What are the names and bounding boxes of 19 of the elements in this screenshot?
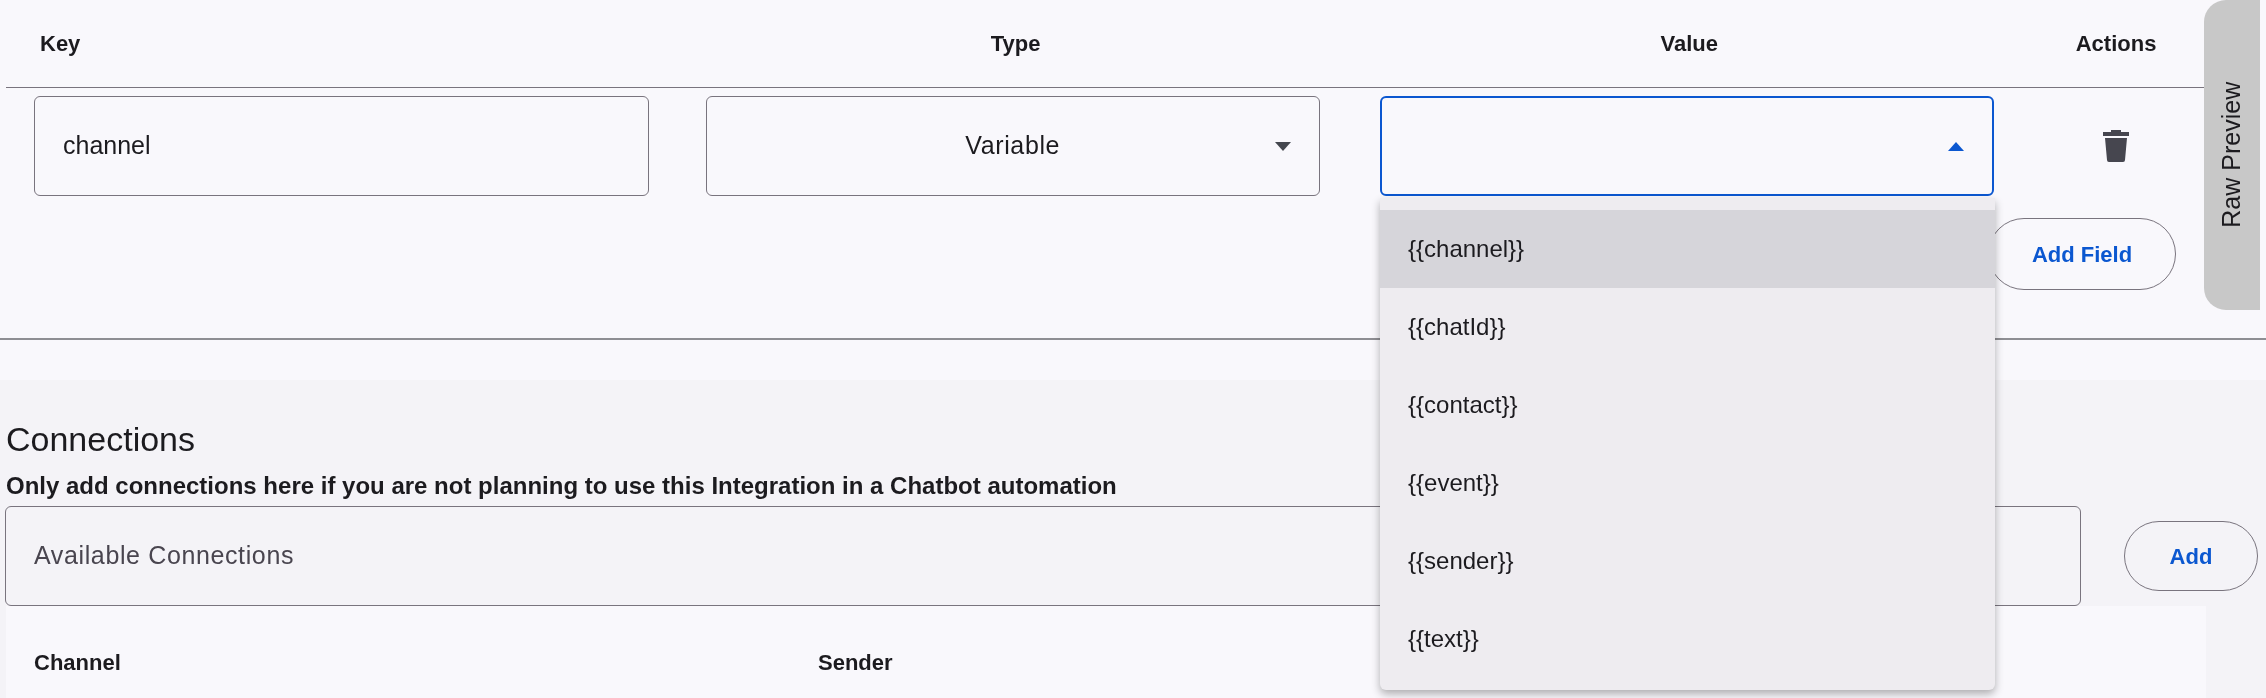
column-header: Actions bbox=[2075, 31, 2157, 56]
column-header: Value bbox=[1660, 31, 1718, 56]
raw-preview-tab[interactable]: Raw Preview bbox=[2204, 0, 2260, 310]
caret-down-icon bbox=[1274, 141, 1291, 151]
column-header: Type bbox=[990, 31, 1041, 56]
menu-item[interactable]: {{channel}} bbox=[1380, 210, 1995, 288]
section-title: Connections bbox=[6, 419, 195, 460]
key-input[interactable]: channel bbox=[34, 96, 649, 196]
type-select[interactable]: Variable bbox=[705, 96, 1320, 196]
column-header: Sender bbox=[818, 649, 893, 677]
value-select[interactable] bbox=[1380, 96, 1995, 196]
menu-item[interactable]: {{sender}} bbox=[1380, 522, 1995, 600]
column-header: Key bbox=[40, 31, 81, 56]
section-subtitle: Only add connections here if you are not planning to use this Integration in a Chatbot automation bbox=[6, 471, 1117, 501]
caret-up-icon bbox=[1948, 141, 1965, 151]
column-header: Channel bbox=[34, 649, 121, 677]
menu-item[interactable]: {{chatId}} bbox=[1380, 288, 1995, 366]
menu-item[interactable]: {{contact}} bbox=[1380, 366, 1995, 444]
trash-icon[interactable] bbox=[2103, 130, 2130, 162]
